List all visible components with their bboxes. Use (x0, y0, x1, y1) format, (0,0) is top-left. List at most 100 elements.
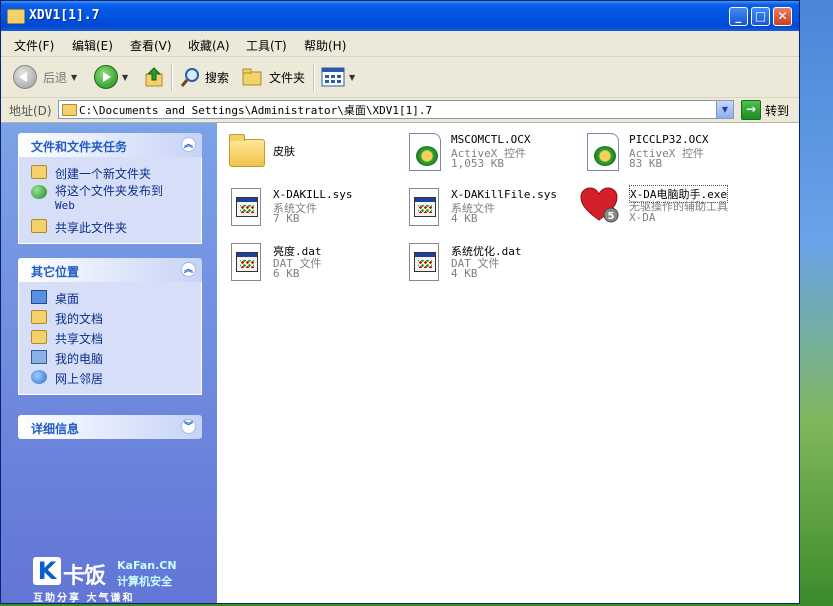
place-label: 桌面 (55, 292, 80, 306)
maximize-button[interactable]: □ (751, 7, 770, 26)
folders-button[interactable]: 文件夹 (241, 64, 305, 90)
logo-name: 卡饭 (63, 564, 106, 589)
file-item[interactable]: 皮肤 (221, 127, 393, 175)
search-button[interactable]: 搜索 (179, 64, 229, 90)
explorer-window: XDV1[1].7 _ □ ✕ 文件(F) 编辑(E) 查看(V) 收藏(A) … (0, 0, 800, 604)
logo-tagline: 计算机安全 (117, 575, 172, 588)
file-item[interactable]: 系统优化.dat DAT 文件 4 KB (399, 237, 571, 285)
logo-slogan: 互助分享 大气谦和 (33, 593, 135, 604)
file-item[interactable]: MSCOMCTL.OCX ActiveX 控件 1,053 KB (399, 127, 571, 175)
file-name: 皮肤 (273, 145, 295, 158)
forward-dropdown-icon[interactable]: ▼ (122, 73, 128, 82)
go-arrow-icon: → (741, 100, 761, 120)
new-folder-icon (31, 165, 47, 179)
window-title: XDV1[1].7 (29, 8, 100, 23)
place-network[interactable]: 网上邻居 (19, 368, 201, 388)
place-label: 共享文档 (55, 332, 104, 346)
task-label: 将这个文件夹发布到 Web (55, 184, 164, 212)
desktop-icon (31, 290, 47, 304)
toolbar-separator (313, 63, 315, 91)
folder-icon (225, 131, 265, 171)
title-bar[interactable]: XDV1[1].7 _ □ ✕ (1, 1, 799, 31)
back-dropdown-icon[interactable]: ▼ (71, 73, 77, 82)
menu-bar: 文件(F) 编辑(E) 查看(V) 收藏(A) 工具(T) 帮助(H) (1, 32, 799, 84)
place-desktop[interactable]: 桌面 (19, 288, 201, 308)
shared-documents-icon (31, 330, 47, 344)
share-folder-icon (31, 219, 47, 233)
place-my-documents[interactable]: 我的文档 (19, 308, 201, 328)
logo-mark: K (33, 557, 61, 585)
publish-web-icon (31, 185, 47, 199)
panel-header[interactable]: 其它位置 ︽ (18, 258, 202, 282)
task-new-folder[interactable]: 创建一个新文件夹 (19, 163, 201, 183)
kafan-logo: K 卡饭 KaFan.CN 计算机安全 互助分享 大气谦和 (33, 555, 183, 604)
file-item[interactable]: X-DAKillFile.sys 系统文件 4 KB (399, 182, 571, 230)
task-publish-web[interactable]: 将这个文件夹发布到 Web (19, 183, 201, 217)
system-file-icon (403, 186, 443, 226)
folder-icon (62, 104, 77, 116)
task-label: 创建一个新文件夹 (55, 167, 152, 181)
address-path: C:\Documents and Settings\Administrator\… (79, 104, 433, 117)
place-label: 网上邻居 (55, 372, 104, 386)
views-button[interactable]: ▼ (321, 64, 355, 90)
menu-favorites[interactable]: 收藏(A) (188, 37, 230, 54)
details-panel: 详细信息 ︾ (18, 415, 202, 439)
my-documents-icon (31, 310, 47, 324)
logo-site: KaFan.CN (117, 559, 177, 572)
toolbar: 后退 ▼ ▼ 搜索 文件夹 ▼ (1, 57, 799, 98)
place-label: 我的电脑 (55, 352, 104, 366)
folders-label: 文件夹 (269, 70, 306, 85)
file-item[interactable]: X-DAKILL.sys 系统文件 7 KB (221, 182, 393, 230)
file-company: X-DA (629, 211, 656, 224)
minimize-button[interactable]: _ (729, 7, 748, 26)
close-button[interactable]: ✕ (773, 7, 792, 26)
place-label: 我的文档 (55, 312, 104, 326)
file-size: 4 KB (451, 212, 478, 225)
file-item[interactable]: 5 X-DA电脑助手.exe 无驱操作的辅助工具 X-DA (577, 182, 749, 230)
menu-help[interactable]: 帮助(H) (304, 37, 346, 54)
svg-text:5: 5 (608, 211, 615, 222)
menu-file[interactable]: 文件(F) (14, 37, 54, 54)
menu-edit[interactable]: 编辑(E) (72, 37, 113, 54)
address-dropdown-icon[interactable]: ▼ (716, 101, 733, 118)
search-label: 搜索 (205, 70, 230, 85)
file-item[interactable]: 亮度.dat DAT 文件 6 KB (221, 237, 393, 285)
panel-header[interactable]: 文件和文件夹任务 ︽ (18, 133, 202, 157)
dat-file-icon (403, 241, 443, 281)
heart-app-icon: 5 (580, 187, 619, 223)
other-places-panel: 其它位置 ︽ 桌面 我的文档 共享文档 我的电脑 网上邻居 (18, 258, 202, 395)
collapse-chevron-icon[interactable]: ︽ (181, 137, 196, 152)
views-dropdown-icon[interactable]: ▼ (349, 73, 355, 82)
address-input[interactable]: C:\Documents and Settings\Administrator\… (58, 100, 734, 119)
file-item[interactable]: PICCLP32.OCX ActiveX 控件 83 KB (577, 127, 749, 175)
go-button[interactable]: → 转到 (741, 100, 789, 120)
file-size: 83 KB (629, 157, 663, 170)
task-share-folder[interactable]: 共享此文件夹 (19, 217, 201, 237)
place-my-computer[interactable]: 我的电脑 (19, 348, 201, 368)
network-places-icon (31, 370, 47, 384)
task-label: 共享此文件夹 (55, 221, 128, 235)
task-pane: 文件和文件夹任务 ︽ 创建一个新文件夹 将这个文件夹发布到Web 共享此文件夹 (1, 123, 217, 603)
file-size: 7 KB (273, 212, 300, 225)
forward-arrow-icon (94, 65, 118, 89)
panel-title: 文件和文件夹任务 (31, 140, 128, 154)
file-folder-tasks-panel: 文件和文件夹任务 ︽ 创建一个新文件夹 将这个文件夹发布到 Web 共享此文件夹 (18, 133, 202, 244)
file-size: 1,053 KB (451, 157, 504, 170)
up-folder-button[interactable] (144, 64, 166, 90)
place-shared-documents[interactable]: 共享文档 (19, 328, 201, 348)
collapse-chevron-icon[interactable]: ︽ (181, 262, 196, 277)
system-file-icon (225, 186, 265, 226)
panel-title: 详细信息 (31, 422, 80, 436)
file-size: 6 KB (273, 267, 300, 280)
menu-view[interactable]: 查看(V) (130, 37, 172, 54)
go-label: 转到 (765, 103, 790, 118)
back-button[interactable]: 后退 ▼ (13, 64, 77, 90)
forward-button[interactable]: ▼ (94, 64, 128, 90)
activex-icon (581, 131, 621, 171)
views-icon (321, 67, 345, 87)
folders-icon (242, 68, 262, 86)
back-arrow-icon (13, 65, 37, 89)
expand-chevron-icon[interactable]: ︾ (181, 419, 196, 434)
panel-header[interactable]: 详细信息 ︾ (18, 415, 202, 439)
menu-tools[interactable]: 工具(T) (246, 37, 287, 54)
